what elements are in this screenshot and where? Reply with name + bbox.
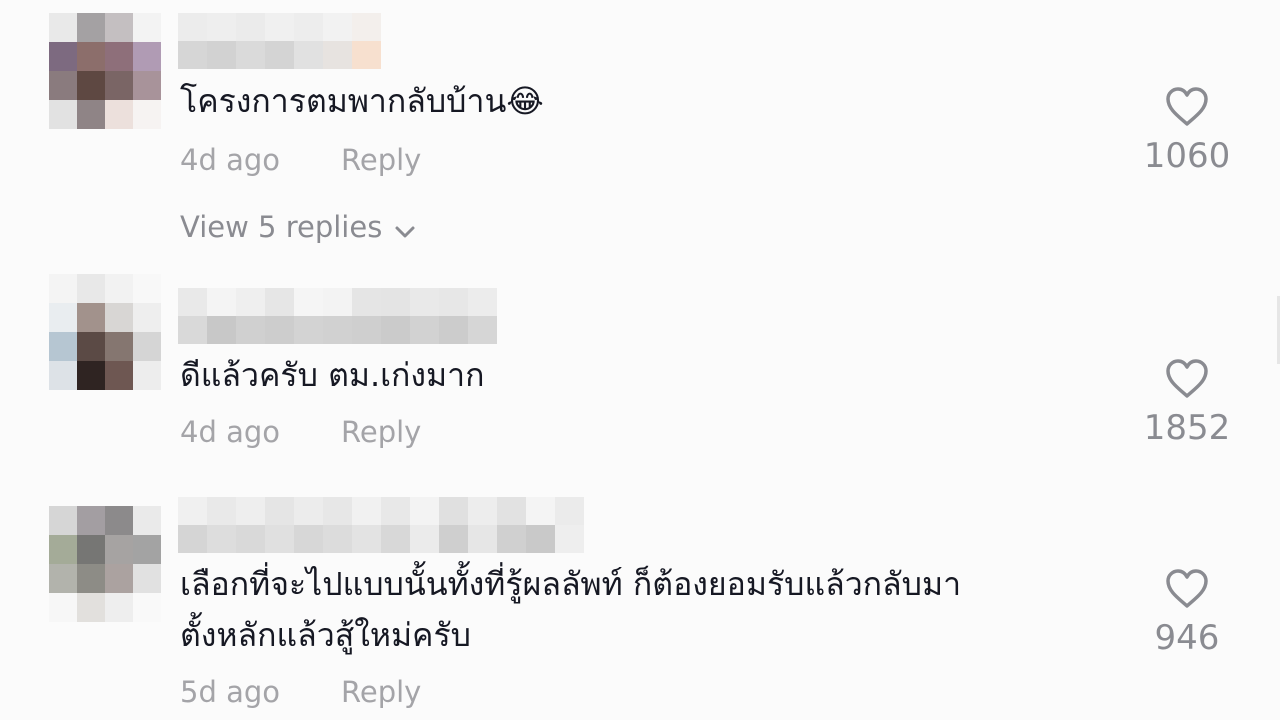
avatar[interactable] — [49, 13, 161, 129]
like-control: 1060 — [1140, 86, 1234, 176]
comment-time: 4d ago — [180, 415, 280, 449]
avatar[interactable] — [49, 506, 161, 622]
reply-button[interactable]: Reply — [341, 143, 421, 177]
view-replies-label: View 5 replies — [180, 210, 383, 244]
reply-button[interactable]: Reply — [341, 675, 421, 709]
comment-text: โครงการตมพากลับบ้าน😂 — [180, 82, 544, 120]
comment-time: 5d ago — [180, 675, 280, 709]
avatar[interactable] — [49, 274, 161, 390]
view-replies-button[interactable]: View 5 replies — [180, 210, 416, 246]
like-control: 1852 — [1140, 358, 1234, 448]
username-blurred[interactable] — [178, 13, 381, 69]
comment-meta: 5d ago Reply — [180, 675, 421, 709]
comments-panel: โครงการตมพากลับบ้าน😂 4d ago Reply View 5… — [0, 0, 1280, 720]
comment-meta: 4d ago Reply — [180, 415, 421, 449]
like-count: 1060 — [1143, 136, 1231, 176]
heart-icon[interactable] — [1164, 86, 1210, 128]
comment-text-line-2: ตั้งหลักแล้วสู้ใหม่ครับ — [180, 616, 471, 654]
like-count: 1852 — [1143, 408, 1231, 448]
heart-icon[interactable] — [1164, 358, 1210, 400]
heart-icon[interactable] — [1164, 568, 1210, 610]
like-control: 946 — [1140, 568, 1234, 658]
username-blurred[interactable] — [178, 497, 584, 553]
username-blurred[interactable] — [178, 288, 497, 344]
like-count: 946 — [1154, 618, 1220, 658]
comment-meta: 4d ago Reply — [180, 143, 421, 177]
comment-text: ดีแล้วครับ ตม.เก่งมาก — [180, 356, 485, 394]
reply-button[interactable]: Reply — [341, 415, 421, 449]
comment-time: 4d ago — [180, 143, 280, 177]
comment-text-line-1: เลือกที่จะไปแบบนั้นทั้งที่รู้ผลลัพท์ ก็ต… — [180, 565, 962, 603]
chevron-down-icon — [394, 212, 416, 246]
